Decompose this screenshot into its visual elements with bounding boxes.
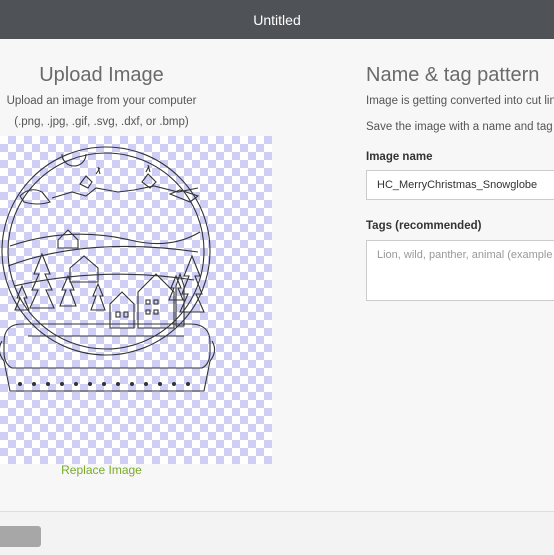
upload-formats: (.png, .jpg, .gif, .svg, .dxf, or .bmp) (14, 116, 189, 128)
image-name-input[interactable]: HC_MerryChristmas_Snowglobe (366, 170, 554, 200)
upload-instructions: Upload an image from your computer (6, 95, 197, 107)
name-tag-title: Name & tag pattern (366, 64, 540, 86)
image-preview (0, 136, 272, 464)
image-name-label: Image name (366, 151, 433, 163)
snowglobe-image (0, 146, 216, 392)
upload-title: Upload Image (39, 64, 164, 86)
conversion-status: Image is getting converted into cut lin (366, 95, 554, 107)
replace-image-link[interactable]: Replace Image (0, 463, 203, 477)
back-button[interactable] (0, 526, 41, 547)
tags-label: Tags (recommended) (366, 220, 482, 232)
footer-bar (0, 511, 554, 555)
main-content: Upload Image Upload an image from your c… (0, 39, 554, 511)
save-instructions: Save the image with a name and tag (366, 121, 553, 133)
title-bar: Untitled (0, 0, 554, 39)
tags-input[interactable]: Lion, wild, panther, animal (example (366, 240, 554, 301)
window-title: Untitled (253, 11, 301, 28)
